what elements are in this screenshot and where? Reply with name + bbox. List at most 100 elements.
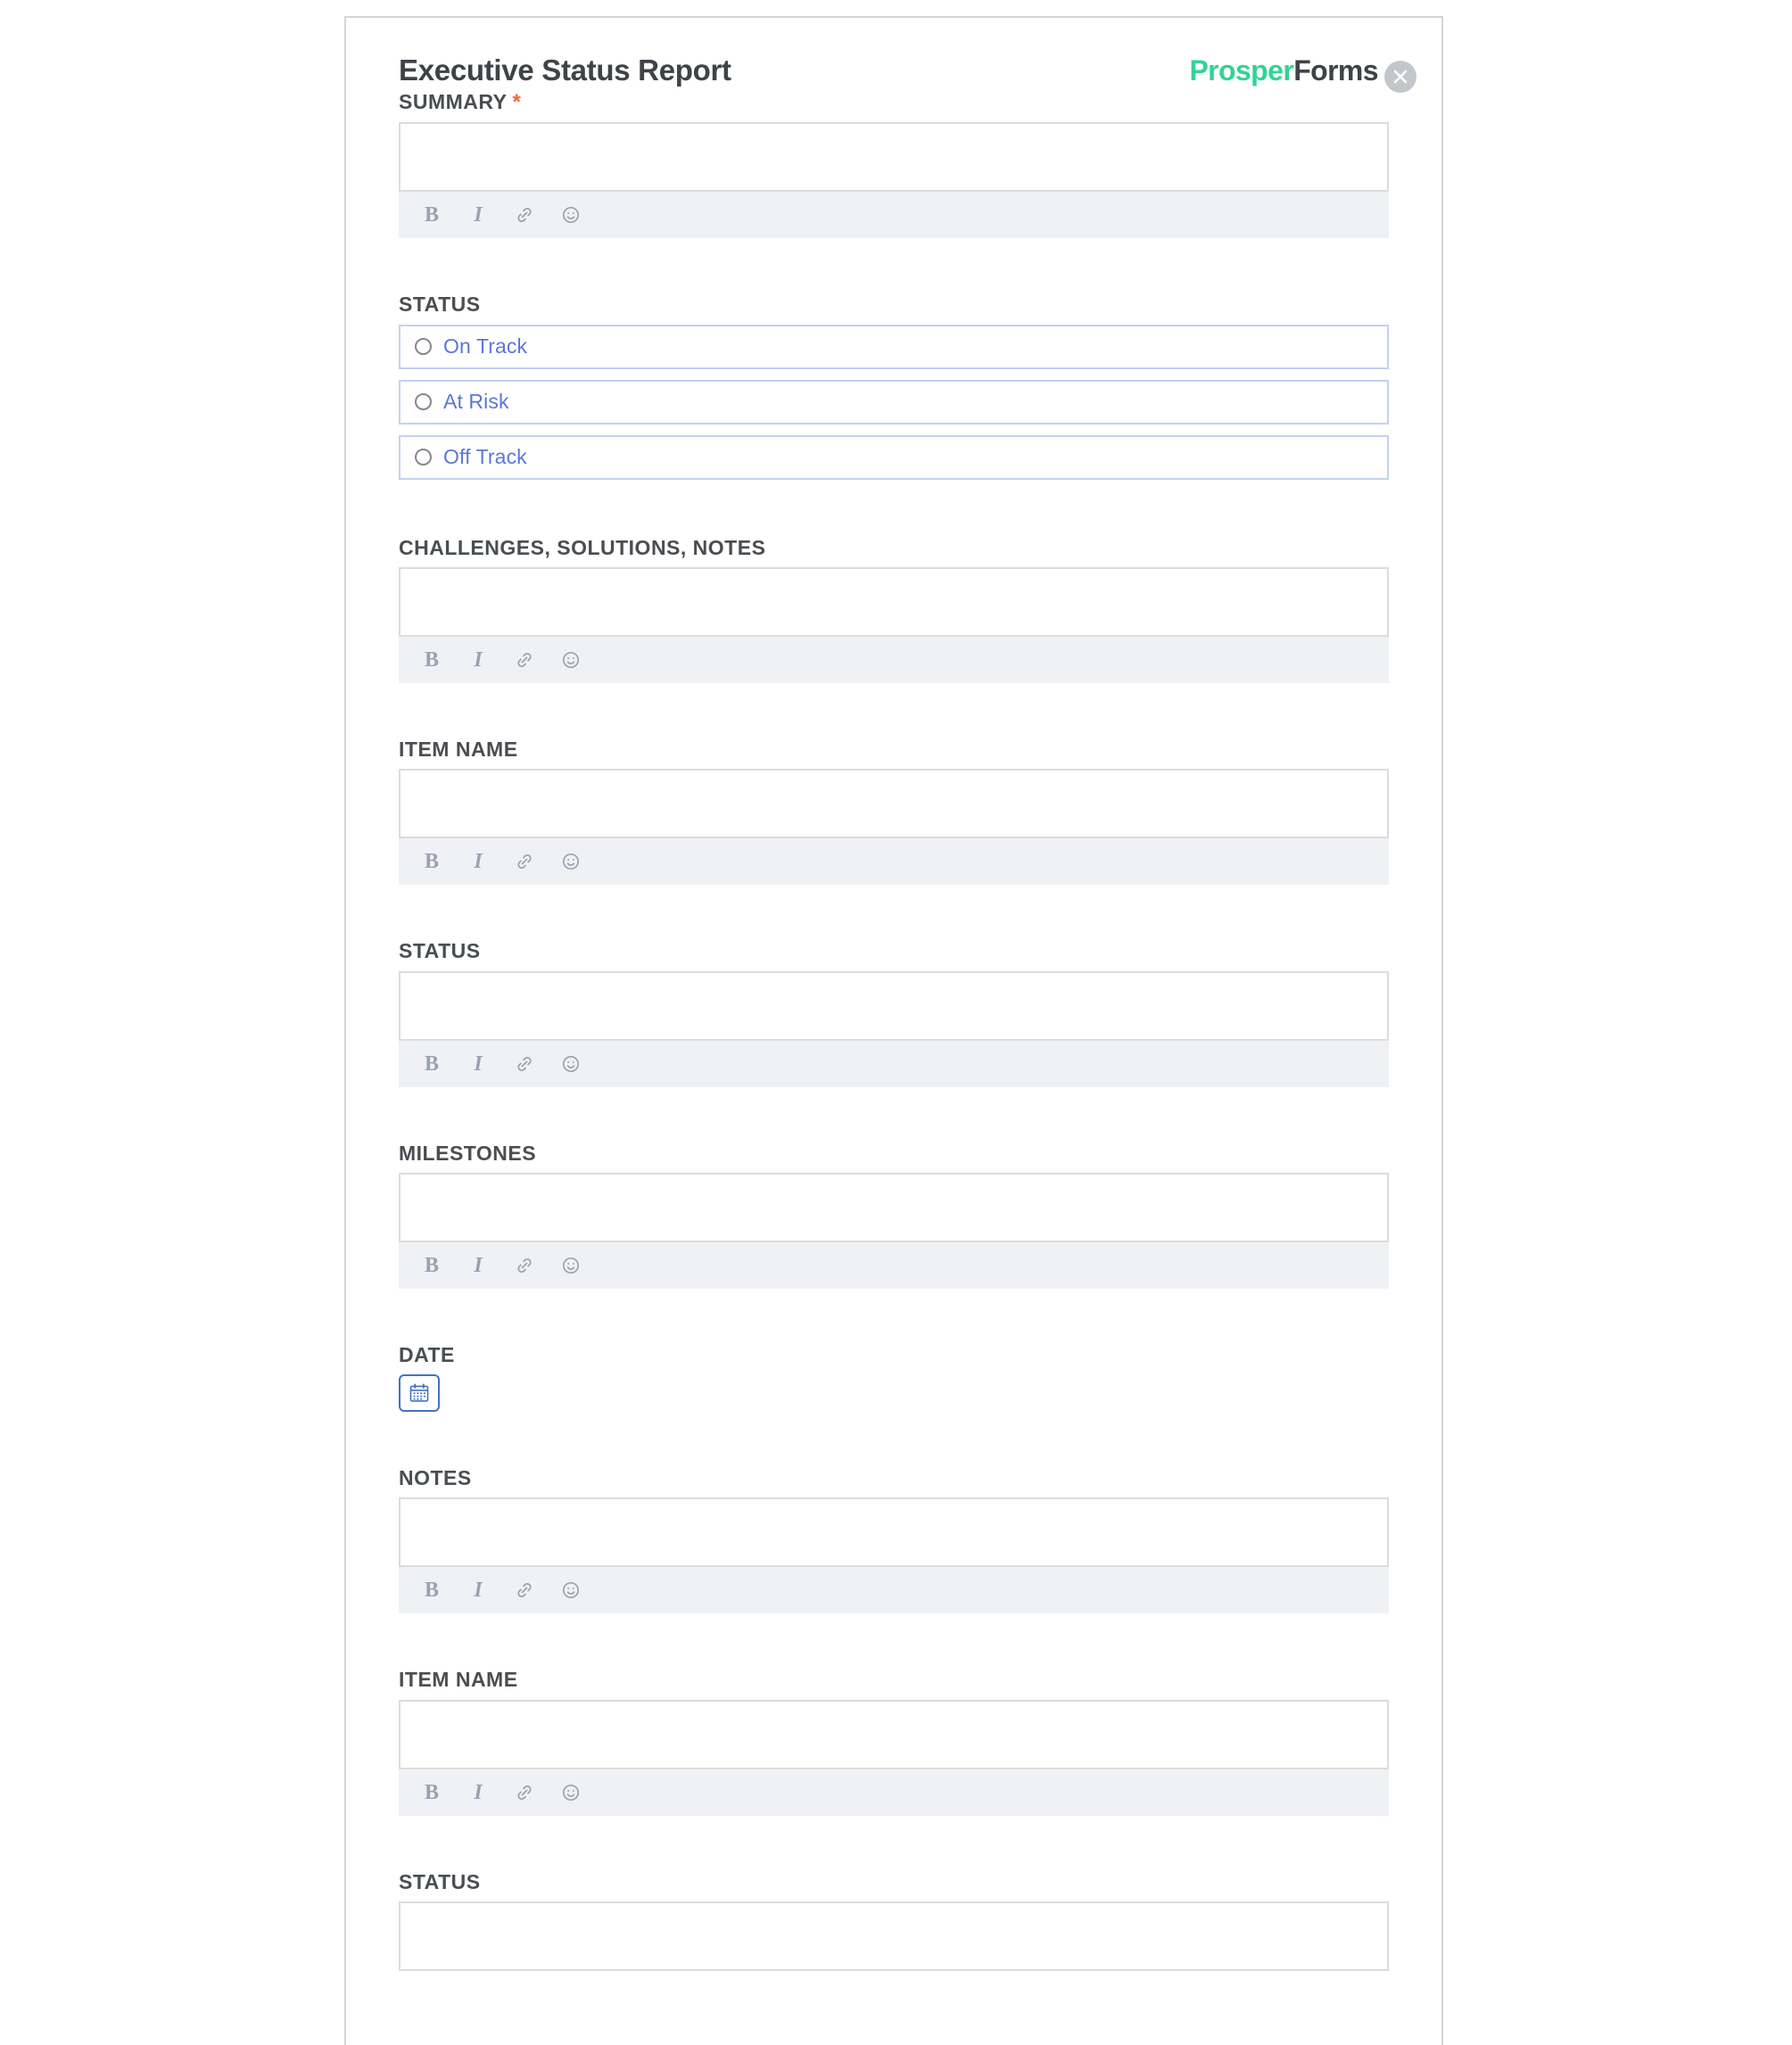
field-status-text-2: STATUS xyxy=(371,1869,1416,1972)
field-notes: NOTES B I xyxy=(371,1466,1416,1614)
challenges-editor: B I xyxy=(399,566,1389,683)
field-item-name-2: ITEM NAME B I xyxy=(371,1668,1416,1816)
status-2-editor xyxy=(399,1901,1389,1972)
brand-name-prosper: Prosper xyxy=(1189,54,1294,87)
link-icon[interactable] xyxy=(511,647,538,673)
item-name-2-input[interactable] xyxy=(399,1699,1389,1769)
required-asterisk: * xyxy=(512,90,522,114)
radio-option-label: Off Track xyxy=(443,445,527,469)
item-name-1-editor: B I xyxy=(399,769,1389,886)
item-name-1-toolbar: B I xyxy=(399,838,1389,886)
notes-input[interactable] xyxy=(399,1497,1389,1568)
prosperforms-logo: ProsperForms xyxy=(1189,54,1378,87)
field-status-radio: STATUS On Track At Risk Off Track xyxy=(371,293,1416,480)
italic-icon[interactable]: I xyxy=(465,848,491,875)
link-icon[interactable] xyxy=(511,1779,538,1806)
link-icon[interactable] xyxy=(511,1051,538,1077)
radio-option-at-risk[interactable]: At Risk xyxy=(399,379,1389,425)
radio-option-label: On Track xyxy=(443,334,528,359)
field-label-notes: NOTES xyxy=(399,1466,472,1490)
milestones-editor: B I xyxy=(399,1172,1389,1289)
emoji-icon[interactable] xyxy=(557,1577,584,1604)
challenges-toolbar: B I xyxy=(399,636,1389,683)
summary-toolbar: B I xyxy=(399,192,1389,239)
radio-circle-icon[interactable] xyxy=(415,338,432,356)
radio-circle-icon[interactable] xyxy=(415,449,432,466)
summary-label-text: SUMMARY xyxy=(399,90,508,113)
notes-toolbar: B I xyxy=(399,1567,1389,1614)
bold-icon[interactable]: B xyxy=(418,1252,445,1279)
summary-input[interactable] xyxy=(399,122,1389,193)
field-label-challenges: CHALLENGES, SOLUTIONS, NOTES xyxy=(399,535,766,559)
field-label-status-radio: STATUS xyxy=(399,293,481,317)
challenges-input[interactable] xyxy=(399,566,1389,637)
notes-editor: B I xyxy=(399,1497,1389,1614)
status-1-editor: B I xyxy=(399,970,1389,1087)
link-icon[interactable] xyxy=(511,1252,538,1279)
bold-icon[interactable]: B xyxy=(418,1577,445,1604)
radio-option-off-track[interactable]: Off Track xyxy=(399,434,1389,480)
milestones-toolbar: B I xyxy=(399,1241,1389,1289)
italic-icon[interactable]: I xyxy=(465,1051,491,1077)
link-icon[interactable] xyxy=(511,1577,538,1604)
field-label-item-name-2: ITEM NAME xyxy=(399,1668,518,1692)
bold-icon[interactable]: B xyxy=(418,848,445,875)
summary-editor: B I xyxy=(399,122,1389,239)
status-1-toolbar: B I xyxy=(399,1040,1389,1087)
form-header: Executive Status Report ProsperForms xyxy=(371,45,1416,93)
milestones-input[interactable] xyxy=(399,1172,1389,1242)
link-icon[interactable] xyxy=(511,848,538,875)
field-status-text-1: STATUS B I xyxy=(371,939,1416,1087)
link-icon[interactable] xyxy=(511,202,538,228)
field-summary: SUMMARY * B I xyxy=(371,90,1416,239)
close-icon[interactable] xyxy=(1384,61,1416,93)
emoji-icon[interactable] xyxy=(557,1252,584,1279)
emoji-icon[interactable] xyxy=(557,848,584,875)
item-name-1-input[interactable] xyxy=(399,769,1389,839)
field-label-milestones: MILESTONES xyxy=(399,1141,537,1165)
executive-status-report-form: Executive Status Report ProsperForms SUM… xyxy=(344,16,1443,2045)
italic-icon[interactable]: I xyxy=(465,1252,491,1279)
radio-option-label: At Risk xyxy=(443,390,509,414)
field-item-name-1: ITEM NAME B I xyxy=(371,737,1416,886)
italic-icon[interactable]: I xyxy=(465,647,491,673)
field-date: DATE xyxy=(371,1342,1416,1413)
field-label-summary: SUMMARY * xyxy=(399,90,1416,114)
bold-icon[interactable]: B xyxy=(418,1051,445,1077)
bold-icon[interactable]: B xyxy=(418,647,445,673)
bold-icon[interactable]: B xyxy=(418,202,445,228)
item-name-2-editor: B I xyxy=(399,1699,1389,1816)
field-label-status-text-2: STATUS xyxy=(399,1869,481,1893)
field-label-item-name-1: ITEM NAME xyxy=(399,737,518,761)
field-label-date: DATE xyxy=(399,1342,455,1366)
radio-circle-icon[interactable] xyxy=(415,393,432,411)
italic-icon[interactable]: I xyxy=(465,1779,491,1806)
item-name-2-toolbar: B I xyxy=(399,1769,1389,1816)
emoji-icon[interactable] xyxy=(557,647,584,673)
emoji-icon[interactable] xyxy=(557,1051,584,1077)
radio-option-on-track[interactable]: On Track xyxy=(399,324,1389,369)
italic-icon[interactable]: I xyxy=(465,202,491,228)
status-1-input[interactable] xyxy=(399,970,1389,1041)
status-radio-group: On Track At Risk Off Track xyxy=(399,324,1389,480)
field-label-status-text-1: STATUS xyxy=(399,939,481,963)
emoji-icon[interactable] xyxy=(557,202,584,228)
field-milestones: MILESTONES B I xyxy=(371,1142,1416,1289)
bold-icon[interactable]: B xyxy=(418,1779,445,1806)
field-challenges: CHALLENGES, SOLUTIONS, NOTES B I xyxy=(371,535,1416,683)
italic-icon[interactable]: I xyxy=(465,1577,491,1604)
page-title: Executive Status Report xyxy=(399,54,731,87)
status-2-input[interactable] xyxy=(399,1901,1389,1972)
calendar-icon[interactable] xyxy=(399,1374,440,1413)
brand-name-forms: Forms xyxy=(1293,54,1378,87)
emoji-icon[interactable] xyxy=(557,1779,584,1806)
